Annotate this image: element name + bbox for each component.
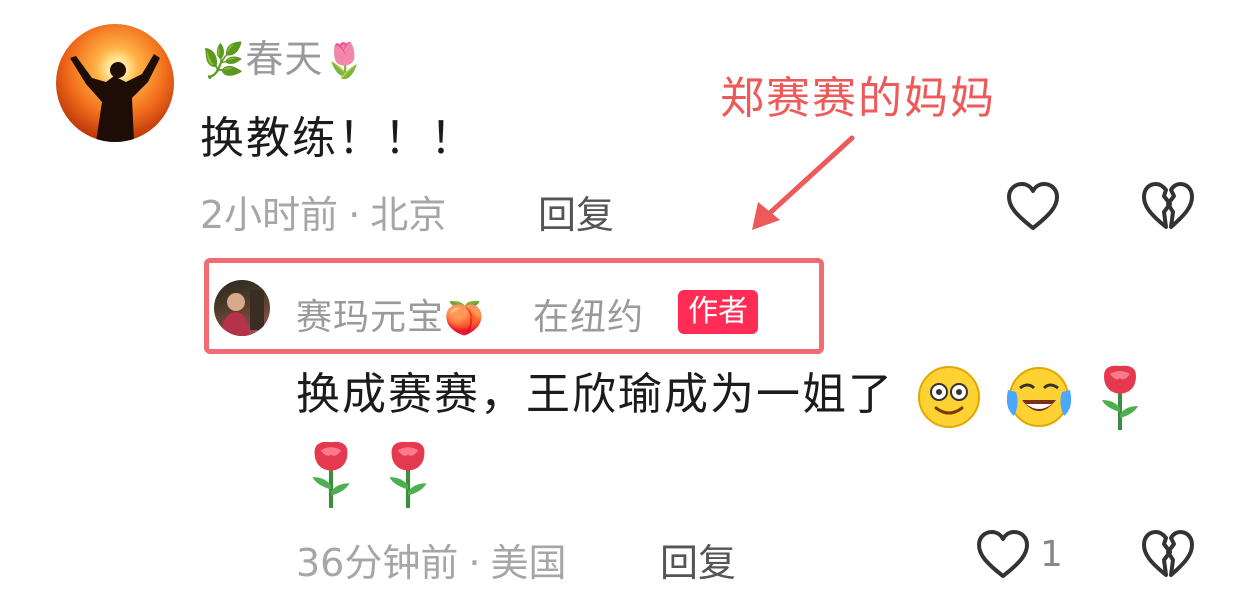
avatar[interactable] [56,24,174,142]
comment-author-name[interactable]: 🌿春天🌷 [202,28,367,83]
annotation-label: 郑赛赛的妈妈 [720,73,996,124]
author-badge: 作者 [678,290,758,334]
rose-icon [1102,365,1138,430]
reply-button[interactable]: 回复 [660,532,736,587]
meta-separator: · [348,193,361,237]
portrait-icon [220,290,264,336]
herb-icon: 🌿 [202,41,246,81]
reply-author-name[interactable]: 赛玛元宝🍑 [296,288,485,340]
like-button[interactable] [1005,180,1061,240]
broken-heart-icon [1142,182,1194,229]
rose-icon [389,441,427,508]
dislike-button[interactable] [1140,528,1196,588]
meta-separator: · [468,541,481,585]
annotation-arrow-icon [752,135,855,230]
reply-avatar[interactable] [214,280,270,336]
reply-time: 36分钟前 [296,541,459,585]
broken-heart-icon [1142,530,1194,577]
reply-meta: 36分钟前 · 美国 [296,532,566,587]
reply-location: 美国 [490,541,567,585]
heart-outline-icon [1007,182,1059,230]
peach-icon: 🍑 [444,299,485,337]
comment-text: 换教练！！！ [200,113,476,164]
heart-outline-icon [977,530,1029,578]
silhouette-figure-icon [70,54,160,142]
comment-location: 北京 [370,193,447,237]
reply-text: 换成赛赛，王欣瑜成为一姐了 [296,358,1144,432]
author-location: 在纽约 [533,297,645,338]
rose-icon [312,441,350,508]
tulip-icon: 🌷 [323,41,367,81]
reply-emoji-row [300,438,449,514]
laughing-crying-face-icon [1006,367,1072,427]
comment-time: 2小时前 [200,193,339,237]
dislike-button[interactable] [1140,180,1196,240]
like-button[interactable] [975,528,1031,588]
comment-meta: 2小时前 · 北京 [200,184,446,239]
smiling-face-icon [918,366,980,428]
reply-button[interactable]: 回复 [538,184,614,239]
like-count: 1 [1040,534,1063,575]
